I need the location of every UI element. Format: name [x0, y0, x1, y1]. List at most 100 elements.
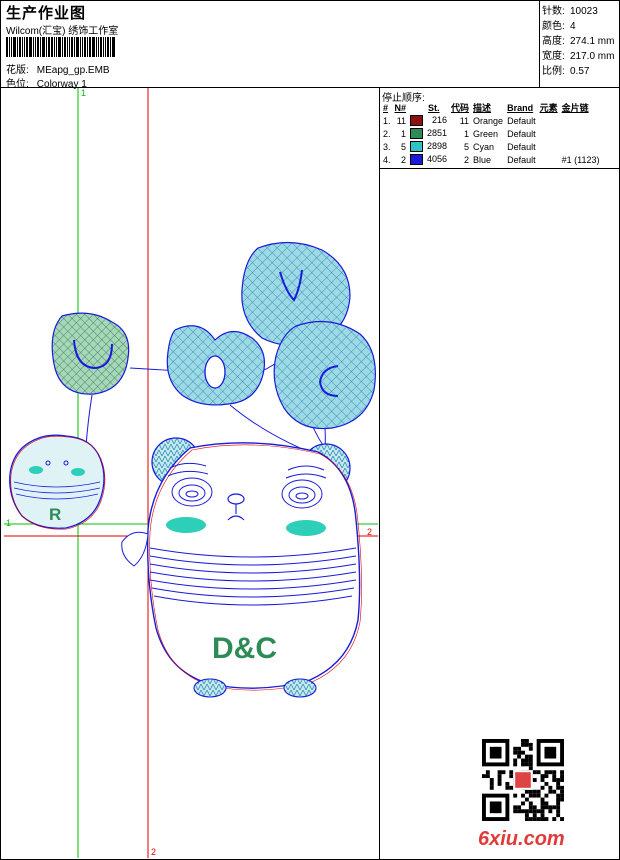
- qr-module: [548, 805, 553, 810]
- qr-module: [556, 805, 561, 810]
- qr-module: [505, 785, 510, 790]
- qr-module: [517, 746, 522, 751]
- qr-module: [560, 793, 564, 798]
- qr-module: [513, 758, 518, 763]
- qr-module: [497, 770, 502, 775]
- qr-module: [548, 789, 553, 794]
- watermark-text: 6xiu.com: [478, 828, 565, 850]
- qr-module: [524, 754, 529, 759]
- qr-module: [524, 742, 529, 747]
- qr-code: [482, 739, 564, 821]
- qr-module: [556, 813, 561, 818]
- qr-module: [536, 817, 541, 821]
- balloon-e: [273, 320, 376, 430]
- qr-module: [513, 762, 518, 767]
- qr-module: [532, 805, 537, 810]
- qr-module: [544, 781, 549, 786]
- qr-module: [521, 750, 525, 755]
- qr-module: [560, 770, 564, 775]
- qr-module: [485, 770, 490, 775]
- qr-module: [528, 754, 533, 759]
- qr-module: [532, 789, 537, 794]
- qr-module: [532, 809, 537, 814]
- qr-module: [528, 746, 533, 751]
- qr-module: [524, 797, 529, 802]
- qr-module: [513, 746, 518, 751]
- qr-module: [501, 770, 506, 775]
- balloon-o-letter: [204, 355, 226, 389]
- qr-module: [556, 797, 561, 802]
- qr-module: [560, 797, 564, 802]
- qr-module: [556, 793, 561, 798]
- qr-module: [532, 770, 537, 775]
- qr-module: [513, 805, 518, 810]
- qr-module: [544, 805, 549, 810]
- qr-module: [521, 739, 525, 743]
- qr-module: [540, 809, 545, 814]
- qr-module: [521, 758, 525, 763]
- qr-module: [544, 817, 549, 821]
- qr-module: [524, 809, 529, 814]
- qr-module: [552, 778, 557, 782]
- qr-module: [513, 809, 518, 814]
- qr-module: [528, 805, 533, 810]
- qr-module: [544, 774, 549, 779]
- qr-module: [560, 778, 564, 782]
- qr-module: [540, 785, 545, 790]
- qr-module: [517, 750, 522, 755]
- qr-module: [540, 801, 545, 806]
- qr-module: [524, 789, 529, 794]
- qr-module: [540, 774, 545, 779]
- qr-module: [556, 801, 561, 806]
- qr-module: [528, 758, 533, 763]
- red-horizontal-label: 2: [367, 527, 373, 537]
- qr-module: [552, 805, 557, 810]
- qr-module: [540, 817, 545, 821]
- qr-module: [560, 789, 564, 794]
- qr-module: [532, 813, 537, 818]
- qr-module: [536, 770, 541, 775]
- qr-module: [515, 772, 531, 788]
- qr-module: [521, 762, 525, 767]
- qr-module: [552, 774, 557, 779]
- qr-module: [556, 809, 561, 814]
- qr-module: [548, 785, 553, 790]
- qr-module: [513, 750, 518, 755]
- qr-module: [560, 774, 564, 779]
- qr-module: [524, 758, 529, 763]
- qr-module: [540, 813, 545, 818]
- embroidery-canvas: R D&C: [4, 88, 378, 858]
- qr-module: [540, 797, 545, 802]
- qr-module: [524, 739, 529, 743]
- qr-module: [509, 785, 514, 790]
- qr-module: [497, 774, 502, 779]
- qr-module: [544, 793, 549, 798]
- qr-module: [489, 781, 494, 786]
- qr-module: [528, 742, 533, 747]
- qr-module: [532, 793, 537, 798]
- qr-module: [521, 793, 525, 798]
- small-bear-letter: R: [49, 505, 61, 524]
- qr-module: [528, 809, 533, 814]
- qr-module: [544, 770, 549, 775]
- qr-module: [556, 781, 561, 786]
- qr-module: [536, 793, 541, 798]
- qr-module: [536, 809, 541, 814]
- qr-module: [540, 805, 545, 810]
- qr-module: [524, 762, 529, 767]
- qr-module: [532, 778, 537, 782]
- qr-module: [524, 817, 529, 821]
- qr-module: [513, 793, 518, 798]
- qr-module: [552, 789, 557, 794]
- qr-module: [552, 770, 557, 775]
- qr-module: [532, 817, 537, 821]
- qr-module: [560, 785, 564, 790]
- qr-module: [544, 746, 557, 759]
- red-vertical-label: 2: [151, 847, 157, 857]
- qr-module: [509, 774, 514, 779]
- qr-module: [505, 781, 510, 786]
- qr-module: [544, 801, 549, 806]
- qr-module: [528, 817, 533, 821]
- qr-module: [517, 754, 522, 759]
- qr-module: [489, 785, 494, 790]
